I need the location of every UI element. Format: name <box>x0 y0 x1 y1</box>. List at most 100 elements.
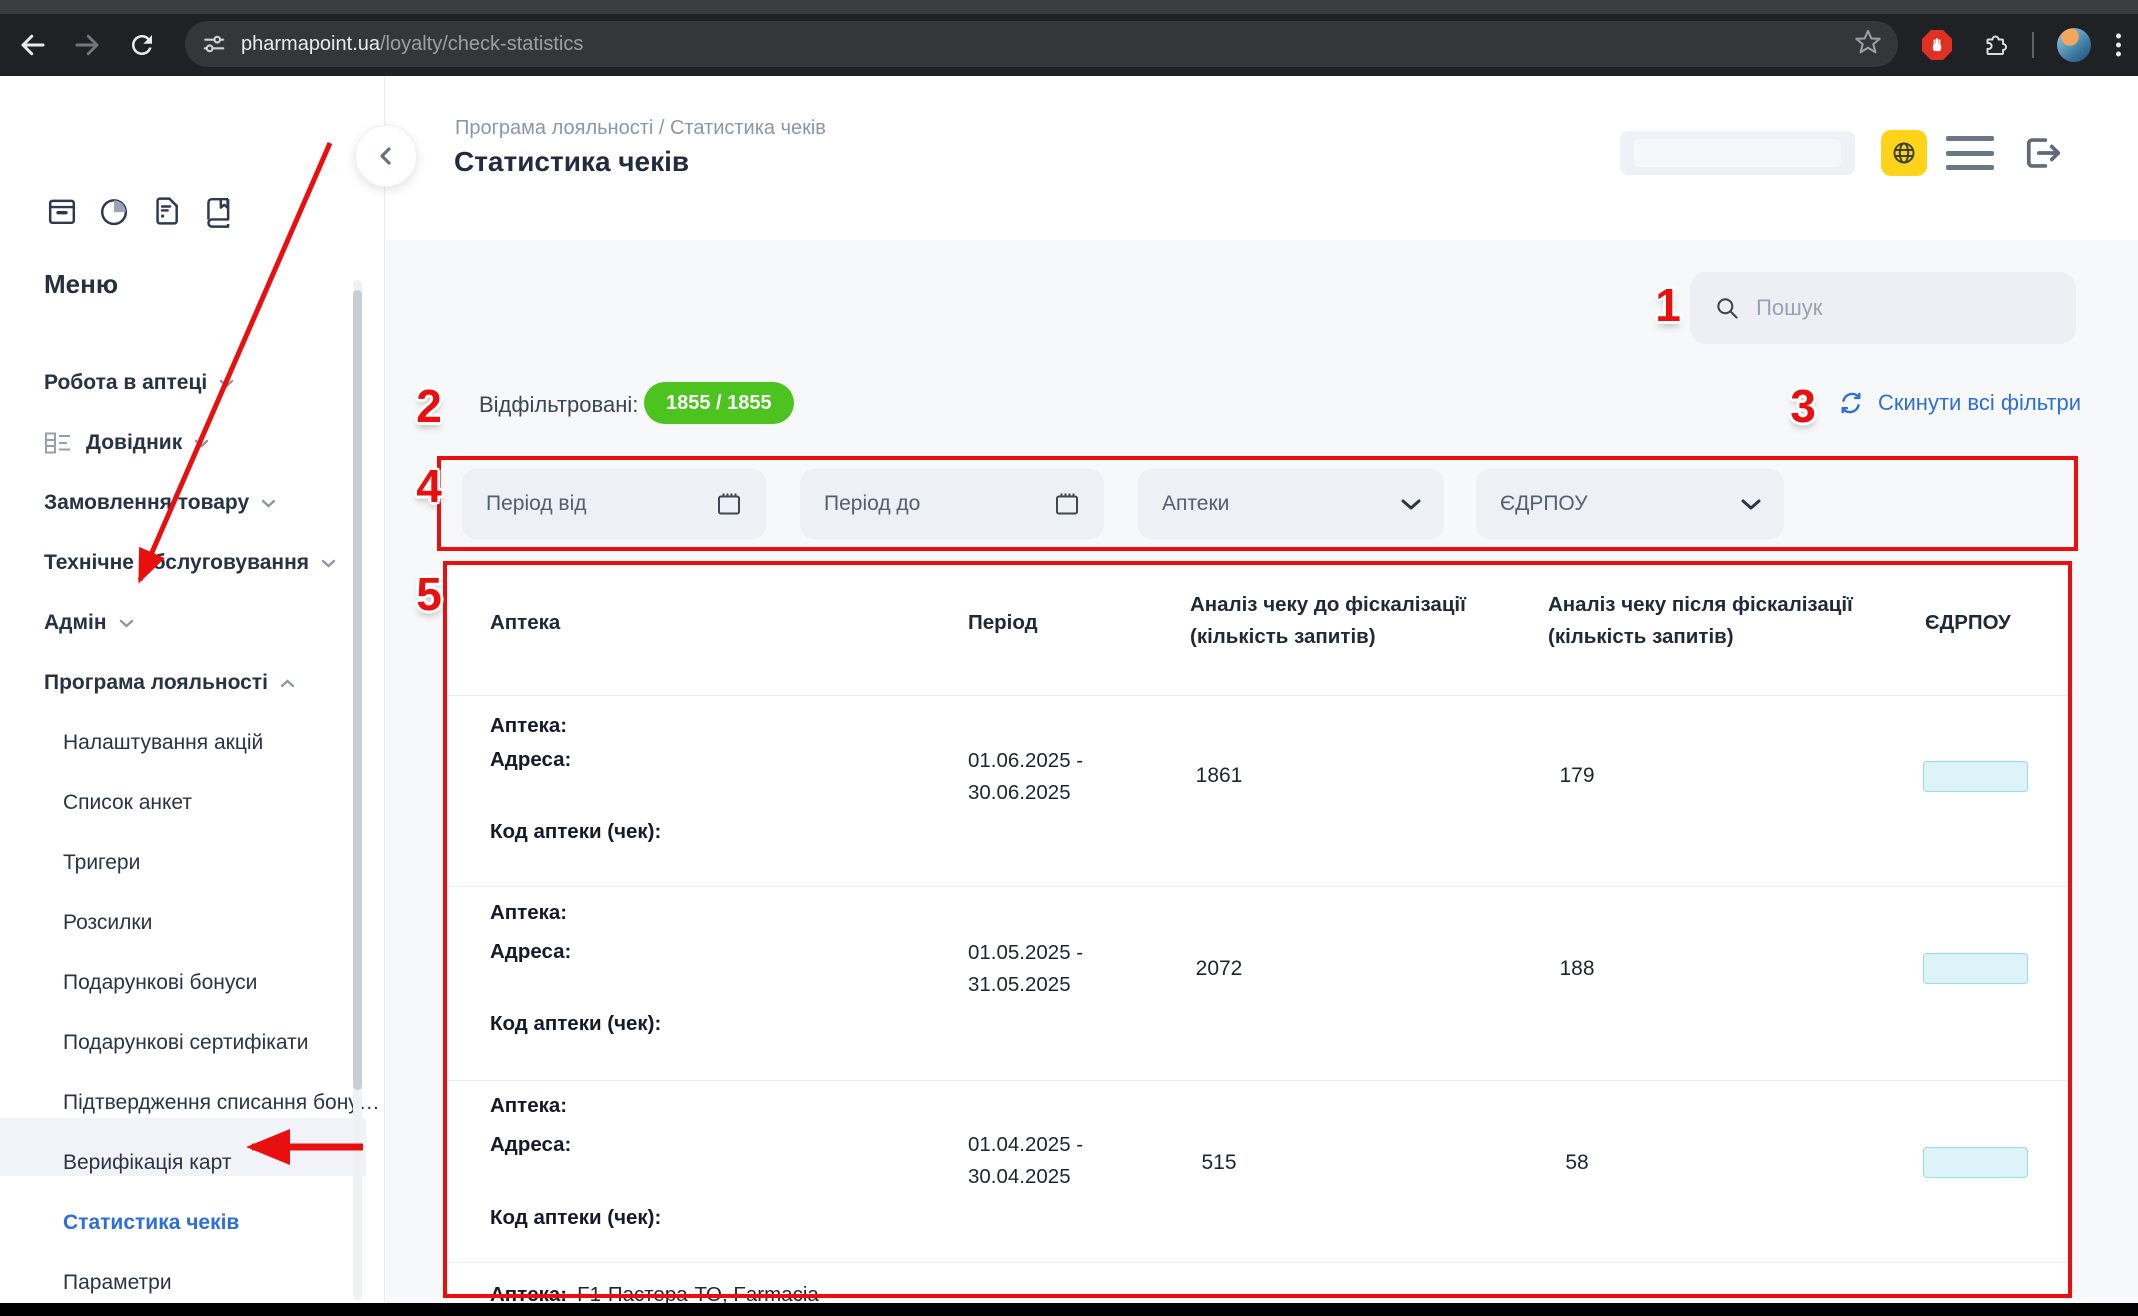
browser-toolbar: pharmapoint.ua/loyalty/check-statistics <box>0 14 2138 76</box>
row1-after-count: 179 <box>1517 764 1637 788</box>
col-header-after-fiscal-line2: (кількість запитів) <box>1548 625 1734 649</box>
globe-icon <box>1890 139 1918 167</box>
sidebar-subitem-nalashtuvannya-akciy[interactable]: Налаштування акцій <box>63 723 263 763</box>
row1-period-from: 01.06.2025 - <box>968 749 1083 773</box>
search-box[interactable] <box>1690 272 2076 344</box>
row3-edrpou-redacted <box>1923 1147 2028 1178</box>
puzzle-icon <box>1979 31 2007 59</box>
filtered-count-badge: 1855 / 1855 <box>644 382 794 424</box>
chevron-down-icon <box>219 379 234 388</box>
sidebar-scrollbar-thumb[interactable] <box>353 290 362 1090</box>
chevron-left-icon <box>378 145 394 167</box>
row-separator <box>448 886 2068 887</box>
browser-menu-button[interactable] <box>2108 34 2128 57</box>
chevron-down-icon <box>1740 498 1762 511</box>
breadcrumb: Програма лояльності / Статистика чеків <box>455 117 826 140</box>
sidebar-subitem-podarunkovi-bonusy[interactable]: Подарункові бонуси <box>63 963 257 1003</box>
sidebar-item-zamovlennya[interactable]: Замовлення товару <box>44 483 276 523</box>
address-bar[interactable]: pharmapoint.ua/loyalty/check-statistics <box>185 21 1898 67</box>
archive-box-icon[interactable] <box>44 193 80 234</box>
sidebar-subitem-spysok-anket[interactable]: Список анкет <box>63 783 192 823</box>
browser-tab-strip <box>0 0 2138 14</box>
filter-pharmacies-select[interactable]: Аптеки <box>1138 469 1444 539</box>
star-icon <box>1854 28 1882 56</box>
avatar <box>2057 28 2091 62</box>
sidebar-item-label: Робота в аптеці <box>44 371 207 395</box>
search-input[interactable] <box>1754 294 2052 322</box>
row2-edrpou-redacted <box>1923 953 2028 984</box>
row3-period-from: 01.04.2025 - <box>968 1133 1083 1157</box>
user-name-redacted <box>1620 131 1855 175</box>
sidebar-item-programa-loyalnosti[interactable]: Програма лояльності <box>44 663 295 703</box>
logout-button[interactable] <box>2018 130 2064 181</box>
row2-code-label: Код аптеки (чек): <box>490 1012 661 1036</box>
row4-pharmacy: Аптека: F1-Пастера-ТО, Farmacia <box>490 1283 819 1303</box>
url-text: pharmapoint.ua/loyalty/check-statistics <box>241 33 583 56</box>
row3-period-to: 30.04.2025 <box>968 1165 1071 1189</box>
sidebar-item-dovidnyk[interactable]: Довідник <box>44 423 209 463</box>
filter-edrpou-select[interactable]: ЄДРПОУ <box>1476 469 1784 539</box>
sidebar-item-admin[interactable]: Адмін <box>44 603 134 643</box>
row2-before-count: 2072 <box>1159 957 1279 981</box>
row2-period-to: 31.05.2025 <box>968 973 1071 997</box>
reload-icon <box>127 30 157 60</box>
back-arrow-icon <box>18 30 48 60</box>
forward-arrow-icon <box>72 30 102 60</box>
document-icon[interactable] <box>148 193 184 234</box>
statistics-table: Аптека Період Аналіз чеку до фіскалізаці… <box>448 567 2068 1303</box>
bookmark-star-button[interactable] <box>1854 28 1882 61</box>
site-info-tune-icon[interactable] <box>201 31 227 57</box>
chevron-down-icon <box>261 499 276 508</box>
pie-chart-icon[interactable] <box>96 193 132 234</box>
screen: pharmapoint.ua/loyalty/check-statistics … <box>0 0 2138 1316</box>
sidebar-subitem-podarunkovi-sertyfikaty[interactable]: Подарункові сертифікати <box>63 1023 308 1063</box>
language-button[interactable] <box>1881 130 1927 176</box>
row3-code-label: Код аптеки (чек): <box>490 1206 661 1230</box>
app-menu-button[interactable] <box>1946 136 1994 170</box>
page-title: Статистика чеків <box>454 146 689 178</box>
extensions-button[interactable] <box>1978 31 2008 59</box>
row3-after-count: 58 <box>1517 1151 1637 1175</box>
adblock-extension-button[interactable] <box>1922 30 1952 60</box>
row-separator <box>448 695 2068 696</box>
row1-pharmacy-label: Аптека: <box>490 714 567 738</box>
sidebar-subitem-statystyka-chekiv-active[interactable]: Статистика чеків <box>63 1203 239 1243</box>
sidebar-subitem-rozsylky[interactable]: Розсилки <box>63 903 152 943</box>
url-path: /loyalty/check-statistics <box>380 33 583 55</box>
sidebar-item-robota-v-apteci[interactable]: Робота в аптеці <box>44 363 234 403</box>
calendar-icon <box>1052 489 1082 519</box>
row1-edrpou-redacted <box>1923 761 2028 792</box>
filter-period-from[interactable]: Період від <box>462 469 766 539</box>
row-separator <box>448 1080 2068 1081</box>
sidebar-subitem-trygery[interactable]: Тригери <box>63 843 140 883</box>
logout-icon <box>2018 130 2064 176</box>
sidebar-subitem-veryfikaciya-kart[interactable]: Верифікація карт <box>63 1143 231 1183</box>
sidebar-item-tehnichne[interactable]: Технічне обслуговування <box>44 543 336 583</box>
row3-pharmacy-label: Аптека: <box>490 1094 567 1118</box>
browser-reload-button[interactable] <box>127 30 157 60</box>
chevron-down-icon <box>194 439 209 448</box>
sidebar-collapse-button[interactable] <box>355 125 417 187</box>
search-icon <box>1714 293 1740 323</box>
browser-back-button[interactable] <box>18 30 48 60</box>
row-separator <box>448 1262 2068 1263</box>
browser-forward-button[interactable] <box>72 30 102 60</box>
col-header-period: Період <box>968 611 1038 635</box>
reset-filters-link[interactable]: Скинути всі фільтри <box>1836 388 2081 418</box>
row1-address-label: Адреса: <box>490 748 571 772</box>
sidebar-menu-title: Меню <box>44 269 118 300</box>
sidebar-item-label: Адмін <box>44 611 107 635</box>
sidebar-subitem-parametry[interactable]: Параметри <box>63 1263 172 1303</box>
calendar-icon <box>714 489 744 519</box>
col-header-before-fiscal-line2: (кількість запитів) <box>1190 625 1376 649</box>
bottom-black-strip <box>0 1303 2138 1316</box>
sidebar-subitem-pidtverdzhennya-spysannya[interactable]: Підтвердження списання бону… <box>63 1083 380 1123</box>
sidebar-item-label: Програма лояльності <box>44 671 268 695</box>
url-host: pharmapoint.ua <box>241 33 380 55</box>
row2-period-from: 01.05.2025 - <box>968 941 1083 965</box>
book-icon[interactable] <box>200 193 236 234</box>
profile-avatar[interactable] <box>2056 28 2092 62</box>
sidebar-item-label: Замовлення товару <box>44 491 249 515</box>
stop-hand-icon <box>1922 30 1952 60</box>
filter-period-to[interactable]: Період до <box>800 469 1104 539</box>
